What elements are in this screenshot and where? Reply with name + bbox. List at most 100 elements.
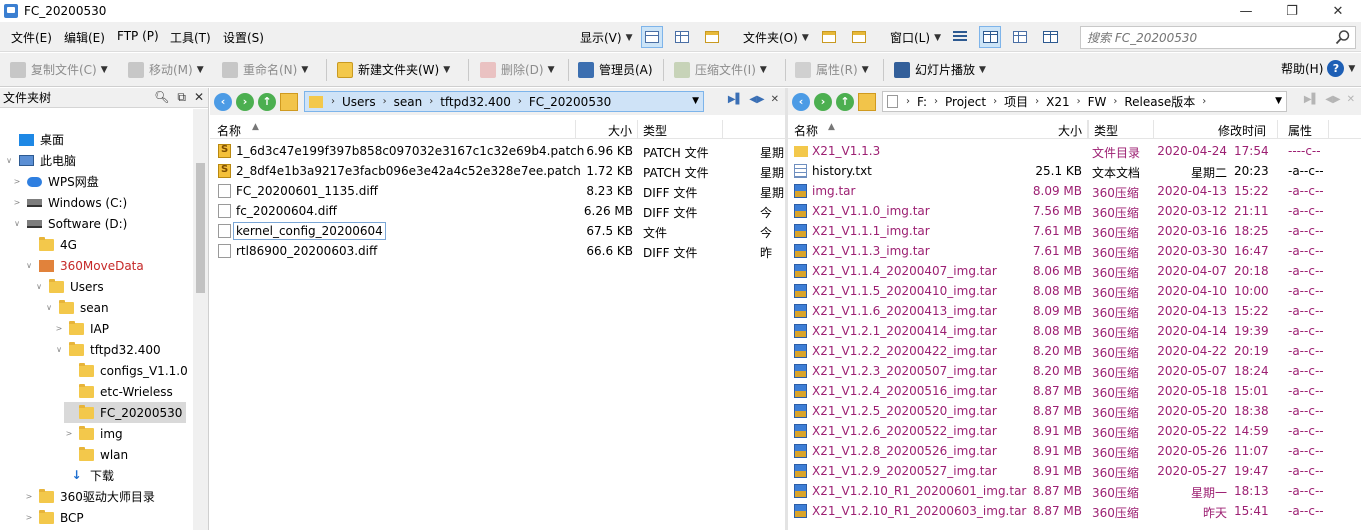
column-divider[interactable] <box>575 120 576 139</box>
file-name[interactable]: X21_V1.1.5_20200410_img.tar <box>812 284 997 298</box>
pane-sync-icon[interactable]: ◀▶ <box>1325 94 1340 105</box>
pane-menu-icon[interactable]: ▶▌ <box>728 94 743 105</box>
table-row[interactable]: X21_V1.2.4_20200516_img.tar 8.87 MB 360压缩 2… <box>788 381 1361 401</box>
tree-item[interactable]: >360驱动大师目录 <box>24 486 155 507</box>
file-name[interactable]: X21_V1.1.0_img.tar <box>812 204 930 218</box>
col-size[interactable]: 大小 <box>1058 122 1082 139</box>
table-row[interactable]: X21_V1.2.10_R1_20200601_img.tar 8.87 MB 36… <box>788 481 1361 501</box>
breadcrumb-item[interactable]: X21 <box>1046 95 1070 109</box>
right-path-box[interactable]: › F: › Project › 项目 › X21 › FW › Release版本 › ▼ <box>882 91 1287 112</box>
close-icon[interactable]: ✕ <box>1347 94 1355 105</box>
chevron-right-icon[interactable]: › <box>1113 96 1117 107</box>
file-name[interactable]: fc_20200604.diff <box>236 204 337 218</box>
tree-item[interactable]: ∨ 360MoveData <box>24 255 144 276</box>
table-row[interactable]: X21_V1.2.6_20200522_img.tar 8.91 MB 360压缩 2… <box>788 421 1361 441</box>
thumbnail-view-button[interactable] <box>701 26 723 48</box>
file-name[interactable]: X21_V1.1.3 <box>812 144 880 158</box>
tree-item[interactable]: > img <box>64 423 123 444</box>
tree-item[interactable]: configs_V1.1.0 <box>64 360 188 381</box>
table-row[interactable]: X21_V1.1.5_20200410_img.tar 8.08 MB 360压缩 2… <box>788 281 1361 301</box>
dual-pane-button[interactable] <box>979 26 1001 48</box>
chevron-down-icon[interactable]: ∨ <box>54 345 64 354</box>
table-row[interactable]: X21_V1.1.3 文件目录 2020-04-24 17:54 ----c-- <box>788 141 1361 161</box>
back-icon[interactable]: ‹ <box>792 92 810 111</box>
restore-button[interactable]: ❐ <box>1269 0 1315 22</box>
column-divider[interactable] <box>637 120 638 139</box>
tree-item[interactable]: > Windows (C:) <box>12 192 128 213</box>
folder-menu-button[interactable]: 文件夹(O) ▼ <box>743 29 809 46</box>
window-menu-button[interactable]: 窗口(L) ▼ <box>890 29 941 46</box>
file-name[interactable]: X21_V1.2.2_20200422_img.tar <box>812 344 997 358</box>
rename-button[interactable]: 重命名(N) ▼ <box>222 61 308 78</box>
move-button[interactable]: 移动(M) ▼ <box>128 61 204 78</box>
search-icon[interactable] <box>1335 29 1351 45</box>
list-view-button[interactable] <box>671 26 693 48</box>
breadcrumb-item[interactable]: F: <box>917 95 927 109</box>
chevron-right-icon[interactable]: > <box>12 198 22 207</box>
file-name[interactable]: X21_V1.2.10_R1_20200601_img.tar <box>812 484 1026 498</box>
view-menu-button[interactable]: 显示(V) ▼ <box>580 29 633 46</box>
file-name[interactable]: X21_V1.1.1_img.tar <box>812 224 930 238</box>
file-name[interactable]: X21_V1.2.1_20200414_img.tar <box>812 324 997 338</box>
file-name[interactable]: X21_V1.2.10_R1_20200603_img.tar <box>812 504 1026 518</box>
col-type[interactable]: 类型 <box>1094 122 1118 139</box>
table-row[interactable]: X21_V1.2.8_20200526_img.tar 8.91 MB 360压缩 2… <box>788 441 1361 461</box>
file-name[interactable]: X21_V1.2.9_20200527_img.tar <box>812 464 997 478</box>
file-name[interactable]: 1_6d3c47e199f397b858c097032e3167c1c32e69… <box>236 144 584 158</box>
forward-icon[interactable]: › <box>236 92 254 111</box>
tree-item[interactable]: 4G <box>24 234 77 255</box>
file-name[interactable]: 2_8df4e1b3a9217e3facb096e3e42a4c52e328e7… <box>236 164 581 178</box>
file-name[interactable]: X21_V1.2.5_20200520_img.tar <box>812 404 997 418</box>
table-row[interactable]: 1_6d3c47e199f397b858c097032e3167c1c32e69… <box>210 141 785 161</box>
table-row[interactable]: img.tar 8.09 MB 360压缩 2020-04-13 15:22 -a--c-… <box>788 181 1361 201</box>
col-attributes[interactable]: 属性 <box>1288 122 1312 139</box>
chevron-right-icon[interactable]: › <box>518 96 522 107</box>
close-icon[interactable]: ✕ <box>771 94 779 105</box>
chevron-right-icon[interactable]: > <box>12 177 22 186</box>
forward-icon[interactable]: › <box>814 92 832 111</box>
folder-grid-button[interactable] <box>818 26 840 48</box>
table-row[interactable]: rtl86900_20200603.diff 66.6 KB DIFF 文件 昨 <box>210 241 785 261</box>
menu-file[interactable]: 文件(E) <box>11 29 52 46</box>
col-name[interactable]: 名称 <box>794 122 818 139</box>
col-modified[interactable]: 修改时间 <box>1218 122 1266 139</box>
menu-settings[interactable]: 设置(S) <box>223 29 264 46</box>
table-row[interactable]: X21_V1.1.1_img.tar 7.61 MB 360压缩 2020-03-16… <box>788 221 1361 241</box>
tree-scrollbar[interactable] <box>193 109 208 530</box>
compress-button[interactable]: 压缩文件(I) ▼ <box>674 61 767 78</box>
file-name[interactable]: X21_V1.2.3_20200507_img.tar <box>812 364 997 378</box>
file-name[interactable]: rtl86900_20200603.diff <box>236 244 377 258</box>
chevron-right-icon[interactable]: > <box>24 492 34 501</box>
breadcrumb-item[interactable]: Project <box>945 95 986 109</box>
file-name[interactable]: X21_V1.1.4_20200407_img.tar <box>812 264 997 278</box>
folder-compare-button[interactable] <box>848 26 870 48</box>
chevron-right-icon[interactable]: › <box>906 96 910 107</box>
chevron-right-icon[interactable]: › <box>331 96 335 107</box>
column-divider[interactable] <box>1277 120 1278 139</box>
tree-item[interactable]: wlan <box>64 444 128 465</box>
file-name[interactable]: X21_V1.1.6_20200413_img.tar <box>812 304 997 318</box>
table-row[interactable]: X21_V1.1.0_img.tar 7.56 MB 360压缩 2020-03-12… <box>788 201 1361 221</box>
undock-icon[interactable]: ⧉ <box>177 90 186 105</box>
menu-edit[interactable]: 编辑(E) <box>64 29 105 46</box>
search-input[interactable] <box>1081 27 1321 48</box>
tree-item[interactable]: ↓ 下载 <box>54 465 114 486</box>
pane-sync-icon[interactable]: ◀▶ <box>749 94 764 105</box>
left-path-box[interactable]: › Users › sean › tftpd32.400 › FC_20200530 ▼ <box>304 91 704 112</box>
table-row[interactable]: X21_V1.2.5_20200520_img.tar 8.87 MB 360压缩 2… <box>788 401 1361 421</box>
file-name[interactable]: X21_V1.1.3_img.tar <box>812 244 930 258</box>
tree-pane-button[interactable] <box>1009 26 1031 48</box>
table-row[interactable]: X21_V1.1.6_20200413_img.tar 8.09 MB 360压缩 2… <box>788 301 1361 321</box>
tree-scrollbar-thumb[interactable] <box>196 163 205 293</box>
tree-item[interactable]: ∨ Users <box>34 276 104 297</box>
chevron-down-icon[interactable]: ∨ <box>4 156 14 165</box>
tree-item[interactable]: FC_20200530 <box>64 402 187 423</box>
menu-tools[interactable]: 工具(T) <box>170 29 211 46</box>
file-name[interactable]: kernel_config_20200604 <box>233 222 386 240</box>
col-type[interactable]: 类型 <box>643 122 667 139</box>
chevron-down-icon[interactable]: ▼ <box>1275 96 1282 106</box>
properties-button[interactable]: 属性(R) ▼ <box>795 61 869 78</box>
file-name[interactable]: img.tar <box>812 184 855 198</box>
single-pane-button[interactable] <box>949 26 971 48</box>
table-row[interactable]: X21_V1.2.10_R1_20200603_img.tar 8.87 MB 36… <box>788 501 1361 521</box>
